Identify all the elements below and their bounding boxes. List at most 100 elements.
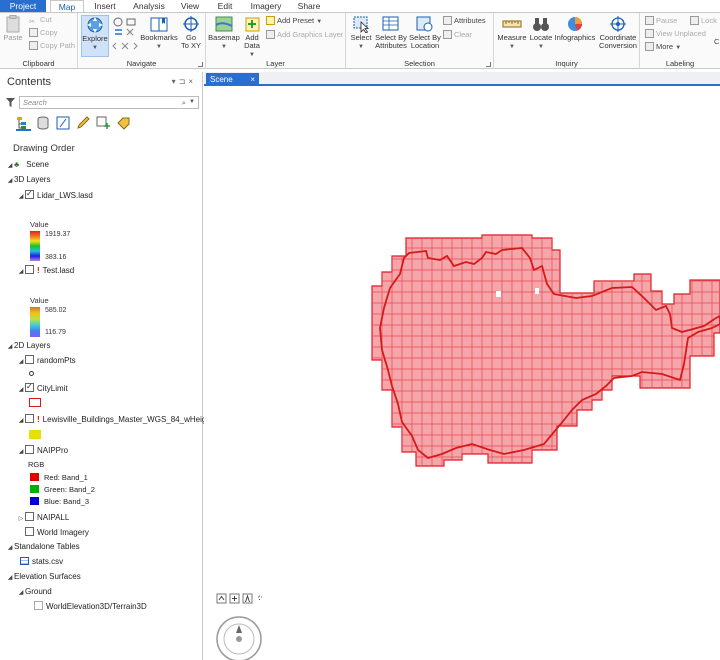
collapse-triangle-icon[interactable]: ◢ bbox=[17, 446, 25, 458]
tab-edit[interactable]: Edit bbox=[212, 0, 238, 12]
tree-item-world-imagery[interactable]: World Imagery bbox=[25, 527, 89, 539]
pin-icon[interactable]: ⊐ bbox=[179, 77, 189, 86]
tree-item-scene[interactable]: ◢ ♣ Scene bbox=[6, 159, 49, 171]
select-by-attributes-button[interactable]: Select By Attributes bbox=[374, 15, 408, 50]
scene-navigator[interactable] bbox=[216, 593, 276, 660]
scene-view-tab[interactable]: Scene × bbox=[206, 73, 259, 86]
collapse-triangle-icon[interactable]: ◢ bbox=[6, 572, 14, 584]
collapse-triangle-icon[interactable]: ◢ bbox=[6, 341, 14, 353]
tree-item-lidar-lws[interactable]: ◢ Lidar_LWS.lasd bbox=[17, 188, 93, 203]
add-graphics-layer-button[interactable]: Add Graphics Layer bbox=[266, 30, 343, 40]
visibility-checkbox[interactable] bbox=[25, 527, 34, 536]
tab-map[interactable]: Map bbox=[50, 0, 84, 12]
test-color-ramp bbox=[30, 307, 40, 337]
add-data-button[interactable]: Add Data ▼ bbox=[241, 15, 263, 59]
infographics-button[interactable]: Infographics bbox=[554, 15, 596, 42]
bookmarks-button[interactable]: Bookmarks ▼ bbox=[140, 15, 178, 51]
tree-item-buildings[interactable]: ◢! Lewisville_Buildings_Master_WGS_84_wHe… bbox=[17, 414, 213, 426]
list-by-drawing-order-icon[interactable] bbox=[16, 116, 31, 131]
search-input[interactable]: Search ⌕ ▼ bbox=[19, 96, 199, 109]
basemap-button[interactable]: Basemap ▼ bbox=[208, 15, 240, 51]
tree-item-2d-layers[interactable]: ◢ 2D Layers bbox=[6, 340, 51, 353]
attributes-button[interactable]: Attributes bbox=[443, 16, 486, 26]
tab-insert[interactable]: Insert bbox=[88, 0, 122, 12]
collapse-triangle-icon[interactable]: ◢ bbox=[17, 587, 25, 599]
selection-launcher-icon[interactable] bbox=[486, 62, 491, 67]
list-by-snapping-icon[interactable] bbox=[96, 116, 111, 131]
close-icon[interactable]: × bbox=[188, 77, 196, 86]
visibility-checkbox[interactable] bbox=[25, 512, 34, 521]
visibility-checkbox[interactable] bbox=[25, 414, 34, 423]
add-data-icon bbox=[242, 15, 262, 33]
tree-item-naipall[interactable]: ▷ NAIPALL bbox=[17, 512, 69, 524]
collapse-triangle-icon[interactable]: ◢ bbox=[17, 384, 25, 396]
scene-map-view[interactable] bbox=[204, 88, 720, 660]
tree-item-ground[interactable]: ◢ Ground bbox=[17, 586, 52, 598]
add-preset-button[interactable]: Add Preset ▼ bbox=[266, 16, 322, 27]
collapse-triangle-icon[interactable]: ◢ bbox=[17, 356, 25, 368]
tree-item-elevation-surfaces[interactable]: ◢ Elevation Surfaces bbox=[6, 571, 81, 583]
visibility-checkbox[interactable] bbox=[25, 188, 34, 200]
tree-item-terrain[interactable]: WorldElevation3D/Terrain3D bbox=[34, 601, 147, 613]
list-by-selection-icon[interactable] bbox=[56, 116, 71, 131]
tab-project[interactable]: Project bbox=[0, 0, 46, 12]
city-limit-symbol[interactable] bbox=[29, 398, 41, 407]
coordinate-conversion-button[interactable]: Coordinate Conversion bbox=[597, 15, 639, 50]
pause-button[interactable]: Pause bbox=[645, 16, 677, 26]
tree-item-label: stats.csv bbox=[32, 557, 64, 566]
tree-item-test-lasd[interactable]: ◢! Test.lasd bbox=[17, 265, 74, 277]
go-to-xy-button[interactable]: Go To XY bbox=[179, 15, 203, 50]
tree-item-stats-csv[interactable]: stats.csv bbox=[20, 556, 63, 568]
list-by-data-source-icon[interactable] bbox=[36, 116, 51, 131]
explore-button[interactable]: Explore ▼ bbox=[81, 15, 109, 57]
filter-icon[interactable] bbox=[6, 98, 15, 107]
search-dropdown-icon[interactable]: ▼ bbox=[189, 97, 195, 108]
point-symbol[interactable] bbox=[29, 371, 34, 376]
collapse-triangle-icon[interactable]: ◢ bbox=[6, 160, 14, 172]
lock-button[interactable]: Lock bbox=[690, 16, 717, 26]
navigate-launcher-icon[interactable] bbox=[198, 62, 203, 67]
pane-dropdown-icon[interactable]: ▾ bbox=[172, 77, 179, 86]
buildings-symbol[interactable] bbox=[29, 430, 41, 439]
tree-item-label: randomPts bbox=[37, 356, 76, 365]
visibility-checkbox[interactable] bbox=[25, 381, 34, 393]
visibility-checkbox[interactable] bbox=[34, 601, 43, 610]
measure-button[interactable]: Measure ▼ bbox=[496, 15, 528, 51]
view-unplaced-button[interactable]: View Unplaced bbox=[645, 29, 706, 39]
copy-button[interactable]: Copy bbox=[29, 28, 58, 38]
select-by-location-button[interactable]: Select By Location bbox=[409, 15, 441, 50]
add-graphics-layer-label: Add Graphics Layer bbox=[277, 30, 344, 39]
list-by-labeling-icon[interactable] bbox=[116, 116, 131, 131]
collapse-triangle-icon[interactable]: ◢ bbox=[17, 415, 25, 427]
search-icon[interactable]: ⌕ bbox=[182, 97, 186, 108]
visibility-checkbox[interactable] bbox=[25, 265, 34, 274]
tree-item-city-limit[interactable]: ◢ CityLimit bbox=[17, 381, 68, 396]
collapse-triangle-icon[interactable]: ◢ bbox=[6, 542, 14, 554]
clear-button[interactable]: Clear bbox=[443, 30, 472, 40]
paste-button[interactable]: Paste bbox=[2, 15, 24, 42]
tree-item-random-pts[interactable]: ◢ randomPts bbox=[17, 355, 76, 367]
tab-view[interactable]: View bbox=[176, 0, 204, 12]
collapse-triangle-icon[interactable]: ◢ bbox=[17, 191, 25, 203]
tree-item-3d-layers[interactable]: ◢ 3D Layers bbox=[6, 174, 51, 187]
close-tab-icon[interactable]: × bbox=[250, 73, 255, 86]
visibility-checkbox[interactable] bbox=[25, 355, 34, 364]
tree-item-standalone-tables[interactable]: ◢ Standalone Tables bbox=[6, 541, 80, 553]
list-by-editing-icon[interactable] bbox=[76, 116, 91, 131]
copy-path-button[interactable]: Copy Path bbox=[29, 41, 75, 51]
collapse-triangle-icon[interactable]: ◢ bbox=[17, 266, 25, 278]
more-button[interactable]: More ▼ bbox=[645, 42, 681, 53]
expand-triangle-icon[interactable]: ▷ bbox=[17, 513, 25, 525]
select-button[interactable]: Select ▼ bbox=[348, 15, 374, 51]
tab-share[interactable]: Share bbox=[294, 0, 324, 12]
bookmarks-dropdown-icon: ▼ bbox=[156, 44, 162, 50]
cut-button[interactable]: ✂ Cut bbox=[29, 15, 52, 26]
map-canvas[interactable] bbox=[204, 88, 720, 660]
visibility-checkbox[interactable] bbox=[25, 445, 34, 454]
collapse-triangle-icon[interactable]: ◢ bbox=[6, 175, 14, 187]
tree-item-naippro[interactable]: ◢ NAIPPro bbox=[17, 445, 68, 457]
tab-analysis[interactable]: Analysis bbox=[128, 0, 170, 12]
tab-imagery[interactable]: Imagery bbox=[246, 0, 286, 12]
locate-button[interactable]: Locate ▼ bbox=[528, 15, 554, 51]
truncated-ribbon-button[interactable]: C bbox=[714, 37, 719, 47]
